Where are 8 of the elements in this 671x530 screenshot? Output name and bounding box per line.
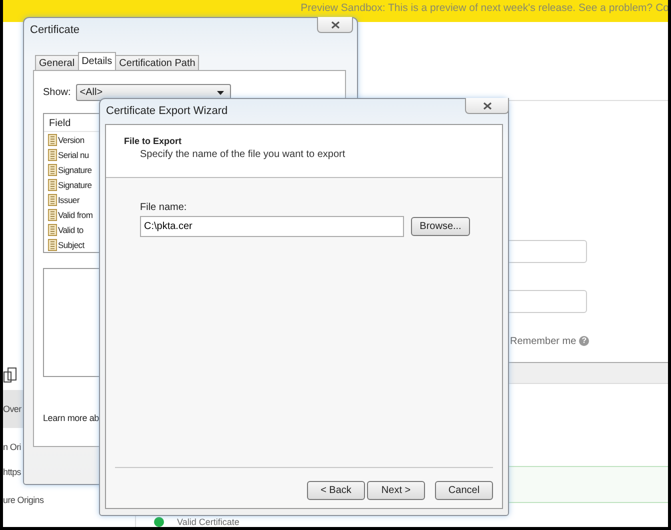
step-description: Specify the name of the file you want to export <box>140 149 346 160</box>
window-title: Certificate Export Wizard <box>106 105 228 117</box>
remember-label: Remember me <box>510 336 576 346</box>
step-heading: File to Export <box>124 136 183 146</box>
show-label: Show: <box>43 87 71 98</box>
file-name-label: File name: <box>140 202 188 213</box>
status-text: Valid Certificate <box>177 517 240 527</box>
window-title: Certificate <box>30 24 80 36</box>
